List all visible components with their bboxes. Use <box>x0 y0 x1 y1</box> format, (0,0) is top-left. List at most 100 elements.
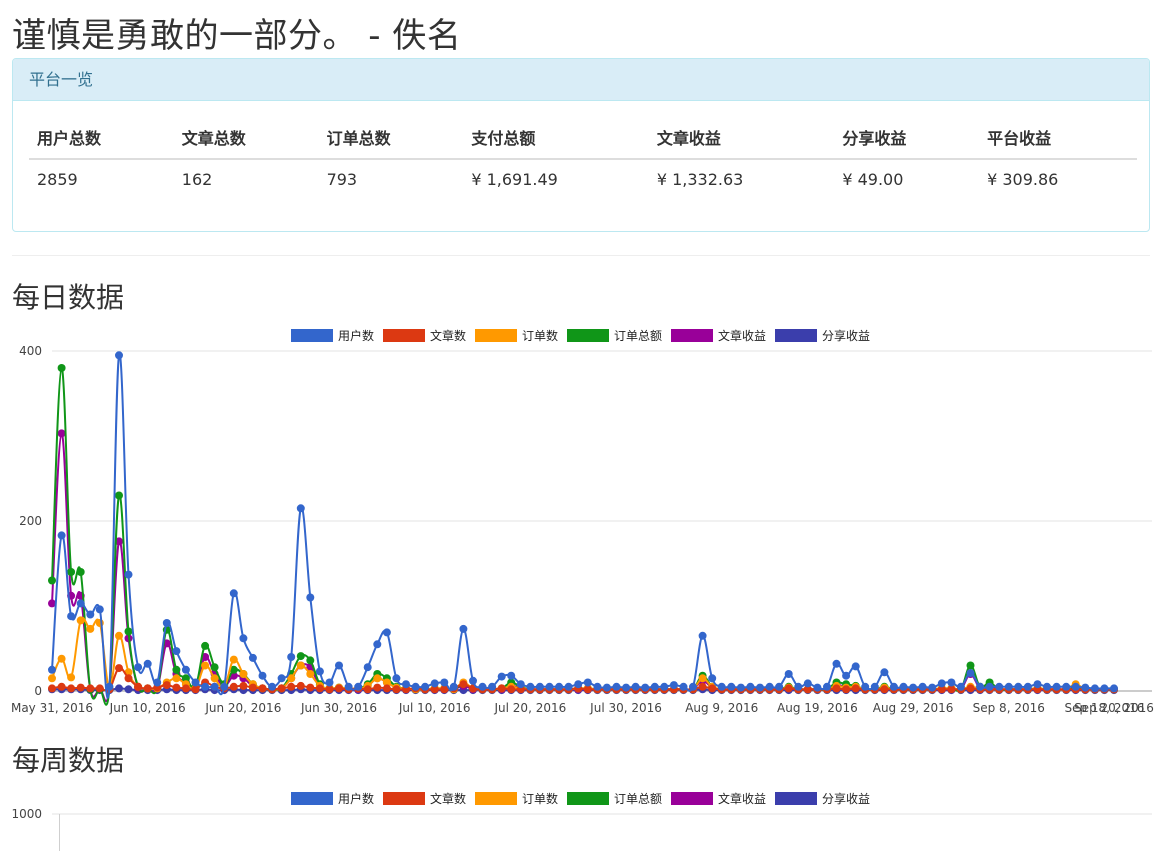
data-point[interactable] <box>95 605 104 614</box>
data-point[interactable] <box>669 681 678 690</box>
series-line[interactable] <box>51 352 1114 699</box>
data-point[interactable] <box>995 682 1004 691</box>
data-point[interactable] <box>842 685 851 694</box>
data-point[interactable] <box>86 624 95 633</box>
data-point[interactable] <box>115 491 123 500</box>
data-point[interactable] <box>775 682 784 691</box>
data-point[interactable] <box>507 685 516 694</box>
data-point[interactable] <box>48 576 56 585</box>
data-point[interactable] <box>229 655 238 664</box>
data-point[interactable] <box>602 683 611 692</box>
legend-item[interactable]: 文章收益 <box>671 328 766 343</box>
data-point[interactable] <box>736 683 745 692</box>
data-point[interactable] <box>306 683 315 692</box>
legend-item[interactable]: 文章数 <box>383 328 466 343</box>
data-point[interactable] <box>57 364 66 372</box>
data-point[interactable] <box>172 674 181 683</box>
data-point[interactable] <box>191 678 200 687</box>
data-point[interactable] <box>162 681 171 690</box>
data-point[interactable] <box>296 652 305 661</box>
data-point[interactable] <box>698 631 707 640</box>
data-point[interactable] <box>440 678 449 687</box>
data-point[interactable] <box>134 682 143 691</box>
data-point[interactable] <box>660 682 669 691</box>
data-point[interactable] <box>956 682 965 691</box>
data-point[interactable] <box>382 684 391 693</box>
data-point[interactable] <box>172 647 181 656</box>
data-point[interactable] <box>784 684 793 693</box>
data-point[interactable] <box>641 683 650 692</box>
data-point[interactable] <box>268 682 277 691</box>
data-point[interactable] <box>95 684 104 693</box>
data-point[interactable] <box>258 671 267 680</box>
data-point[interactable] <box>976 682 985 691</box>
data-point[interactable] <box>201 661 210 670</box>
data-point[interactable] <box>392 674 401 683</box>
daily-chart[interactable]: 用户数 文章数 订单数 订单总额 文章收益 分享收益 0 200 400 May 31, 2016… <box>0 322 1171 722</box>
legend-item[interactable]: 分享收益 <box>775 791 870 806</box>
data-point[interactable] <box>727 682 736 691</box>
data-point[interactable] <box>315 684 324 693</box>
data-point[interactable] <box>57 429 66 438</box>
legend-item[interactable]: 分享收益 <box>775 328 870 343</box>
data-point[interactable] <box>1043 682 1051 691</box>
data-point[interactable] <box>928 683 937 692</box>
data-point[interactable] <box>622 683 631 692</box>
data-point[interactable] <box>516 680 525 689</box>
data-point[interactable] <box>239 634 248 643</box>
data-point[interactable] <box>67 612 76 621</box>
data-point[interactable] <box>86 684 95 693</box>
data-point[interactable] <box>335 684 343 693</box>
data-point[interactable] <box>115 684 123 693</box>
legend-item[interactable]: 订单总额 <box>567 792 662 806</box>
data-point[interactable] <box>172 683 181 692</box>
data-point[interactable] <box>679 682 688 691</box>
data-point[interactable] <box>258 684 267 693</box>
data-point[interactable] <box>248 653 257 662</box>
legend-item[interactable]: 用户数 <box>291 791 374 806</box>
data-point[interactable] <box>306 593 315 602</box>
data-point[interactable] <box>1033 680 1042 689</box>
data-point[interactable] <box>842 671 851 680</box>
data-point[interactable] <box>746 682 755 691</box>
data-point[interactable] <box>201 682 210 691</box>
data-point[interactable] <box>229 589 238 598</box>
data-point[interactable] <box>48 665 56 674</box>
data-point[interactable] <box>459 680 468 689</box>
legend-item[interactable]: 用户数 <box>291 328 374 343</box>
data-point[interactable] <box>363 685 372 694</box>
data-point[interactable] <box>124 570 133 579</box>
data-point[interactable] <box>115 631 123 640</box>
data-point[interactable] <box>851 684 860 693</box>
data-point[interactable] <box>947 678 956 687</box>
data-point[interactable] <box>583 678 592 687</box>
data-point[interactable] <box>708 684 717 693</box>
data-point[interactable] <box>210 674 219 683</box>
data-point[interactable] <box>937 679 946 688</box>
data-point[interactable] <box>832 684 841 693</box>
series-line[interactable] <box>51 366 1114 706</box>
data-point[interactable] <box>507 671 516 680</box>
data-point[interactable] <box>287 653 296 661</box>
data-point[interactable] <box>124 685 133 694</box>
data-point[interactable] <box>545 682 554 691</box>
data-point[interactable] <box>210 663 219 672</box>
data-point[interactable] <box>803 679 812 688</box>
data-point[interactable] <box>335 661 343 670</box>
data-point[interactable] <box>823 682 831 691</box>
data-point[interactable] <box>813 683 822 692</box>
data-point[interactable] <box>220 682 229 691</box>
data-point[interactable] <box>717 682 726 691</box>
data-point[interactable] <box>966 661 975 670</box>
data-point[interactable] <box>909 683 918 692</box>
data-point[interactable] <box>497 684 506 693</box>
data-point[interactable] <box>344 682 353 691</box>
data-point[interactable] <box>784 670 793 678</box>
data-point[interactable] <box>201 641 210 650</box>
data-point[interactable] <box>756 683 764 692</box>
data-point[interactable] <box>478 682 487 691</box>
data-point[interactable] <box>421 682 430 691</box>
data-point[interactable] <box>966 684 975 693</box>
data-point[interactable] <box>181 684 190 693</box>
data-point[interactable] <box>689 682 697 691</box>
